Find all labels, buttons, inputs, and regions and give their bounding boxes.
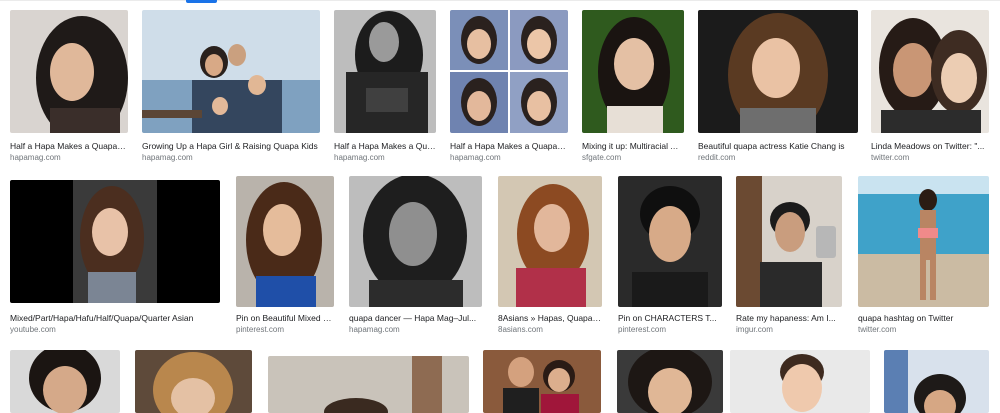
image-result-card[interactable]: Mixing it up: Multiracial Americans sfga… xyxy=(582,10,684,165)
result-title: Mixed/Part/Hapa/Hafu/Half/Quapa/Quarter … xyxy=(10,313,194,323)
image-result-card[interactable]: Rate my hapaness: Am I... imgur.com xyxy=(736,176,842,340)
result-title: Linda Meadows on Twitter: "... xyxy=(871,141,985,151)
result-source: twitter.com xyxy=(871,153,910,162)
result-thumbnail[interactable] xyxy=(10,180,220,303)
image-result-card[interactable] xyxy=(617,350,723,413)
image-result-card[interactable] xyxy=(884,350,989,413)
result-source: hapamag.com xyxy=(334,153,385,162)
beach-photo-icon xyxy=(858,176,989,307)
result-source: imgur.com xyxy=(736,325,773,334)
result-title: Rate my hapaness: Am I... xyxy=(736,313,836,323)
image-result-card[interactable] xyxy=(10,350,120,413)
image-result-card[interactable]: Linda Meadows on Twitter: "... twitter.c… xyxy=(871,10,989,165)
image-result-card[interactable] xyxy=(268,356,469,413)
result-thumbnail[interactable] xyxy=(334,10,436,133)
result-thumbnail[interactable] xyxy=(618,176,722,307)
portrait-photo-icon xyxy=(349,176,482,307)
result-thumbnail[interactable] xyxy=(135,350,252,413)
result-source: hapamag.com xyxy=(349,325,400,334)
result-thumbnail[interactable] xyxy=(617,350,723,413)
image-result-card[interactable] xyxy=(135,350,252,413)
result-thumbnail[interactable] xyxy=(736,176,842,307)
result-title: Pin on Beautiful Mixed Women xyxy=(236,313,334,323)
result-thumbnail[interactable] xyxy=(858,176,989,307)
family-photo-icon xyxy=(142,10,320,133)
result-title: quapa hashtag on Twitter xyxy=(858,313,954,323)
result-title: Mixing it up: Multiracial Americans xyxy=(582,141,684,151)
top-divider xyxy=(0,0,1000,1)
result-source: sfgate.com xyxy=(582,153,622,162)
portrait-photo-icon xyxy=(334,10,436,133)
portrait-photo-icon xyxy=(698,10,858,133)
result-thumbnail[interactable] xyxy=(698,10,858,133)
video-still-icon xyxy=(10,180,220,303)
portrait-photo-icon xyxy=(10,10,128,133)
result-thumbnail[interactable] xyxy=(142,10,320,133)
indoor-photo-icon xyxy=(268,356,469,413)
result-title: Half a Hapa Makes a Quapa – Hapa Mag xyxy=(10,141,128,151)
result-thumbnail[interactable] xyxy=(483,350,601,413)
result-source: youtube.com xyxy=(10,325,56,334)
selfie-photo-icon xyxy=(736,176,842,307)
image-result-card[interactable]: Half a Hapa Makes a Quapa – Hapa Mag hap… xyxy=(450,10,568,165)
portrait-photo-icon xyxy=(884,350,989,413)
result-source: twitter.com xyxy=(858,325,897,334)
image-result-card[interactable]: Half a Hapa Makes a Quapa – Hapa Mag hap… xyxy=(10,10,128,165)
result-thumbnail[interactable] xyxy=(10,10,128,133)
image-result-card[interactable]: quapa dancer — Hapa Mag–Jul... hapamag.c… xyxy=(349,176,482,340)
result-title: Growing Up a Hapa Girl & Raising Quapa K… xyxy=(142,141,318,151)
image-result-card[interactable] xyxy=(483,350,601,413)
portrait-photo-icon xyxy=(582,10,684,133)
image-result-card[interactable]: quapa hashtag on Twitter twitter.com xyxy=(858,176,989,340)
result-title: Pin on CHARACTERS T... xyxy=(618,313,717,323)
selfie-photo-icon xyxy=(871,10,989,133)
active-tab-indicator xyxy=(186,0,217,3)
portrait-photo-icon xyxy=(10,350,120,413)
image-result-card[interactable]: Mixed/Part/Hapa/Hafu/Half/Quapa/Quarter … xyxy=(10,180,220,340)
image-result-card[interactable]: 8Asians » Hapas, Quapas, and More 8asian… xyxy=(498,176,602,340)
image-result-card[interactable]: Half a Hapa Makes a Quapa hapamag.com xyxy=(334,10,436,165)
portrait-photo-icon xyxy=(618,176,722,307)
result-title: Half a Hapa Makes a Quapa xyxy=(334,141,436,151)
result-thumbnail[interactable] xyxy=(236,176,334,307)
result-thumbnail[interactable] xyxy=(871,10,989,133)
result-thumbnail[interactable] xyxy=(730,350,870,413)
result-thumbnail[interactable] xyxy=(498,176,602,307)
result-source: hapamag.com xyxy=(142,153,193,162)
result-thumbnail[interactable] xyxy=(450,10,568,133)
result-thumbnail[interactable] xyxy=(10,350,120,413)
result-source: pinterest.com xyxy=(618,325,667,334)
photo-collage-icon xyxy=(450,10,568,133)
result-title: quapa dancer — Hapa Mag–Jul... xyxy=(349,313,477,323)
image-result-card[interactable] xyxy=(730,350,870,413)
image-result-card[interactable]: Growing Up a Hapa Girl & Raising Quapa K… xyxy=(142,10,320,165)
result-thumbnail[interactable] xyxy=(268,356,469,413)
result-thumbnail[interactable] xyxy=(582,10,684,133)
portrait-photo-icon xyxy=(236,176,334,307)
result-source: reddit.com xyxy=(698,153,736,162)
portrait-photo-icon xyxy=(498,176,602,307)
result-title: Beautiful quapa actress Katie Chang is xyxy=(698,141,845,151)
result-source: pinterest.com xyxy=(236,325,285,334)
result-source: 8asians.com xyxy=(498,325,543,334)
portrait-photo-icon xyxy=(135,350,252,413)
result-thumbnail[interactable] xyxy=(884,350,989,413)
result-thumbnail[interactable] xyxy=(349,176,482,307)
portrait-photo-icon xyxy=(617,350,723,413)
result-title: Half a Hapa Makes a Quapa – Hapa Mag xyxy=(450,141,568,151)
image-result-card[interactable]: Beautiful quapa actress Katie Chang is r… xyxy=(698,10,858,165)
group-photo-icon xyxy=(483,350,601,413)
image-result-card[interactable]: Pin on CHARACTERS T... pinterest.com xyxy=(618,176,722,340)
result-source: hapamag.com xyxy=(450,153,501,162)
child-photo-icon xyxy=(730,350,870,413)
image-result-card[interactable]: Pin on Beautiful Mixed Women pinterest.c… xyxy=(236,176,334,340)
result-source: hapamag.com xyxy=(10,153,61,162)
result-title: 8Asians » Hapas, Quapas, and More xyxy=(498,313,602,323)
